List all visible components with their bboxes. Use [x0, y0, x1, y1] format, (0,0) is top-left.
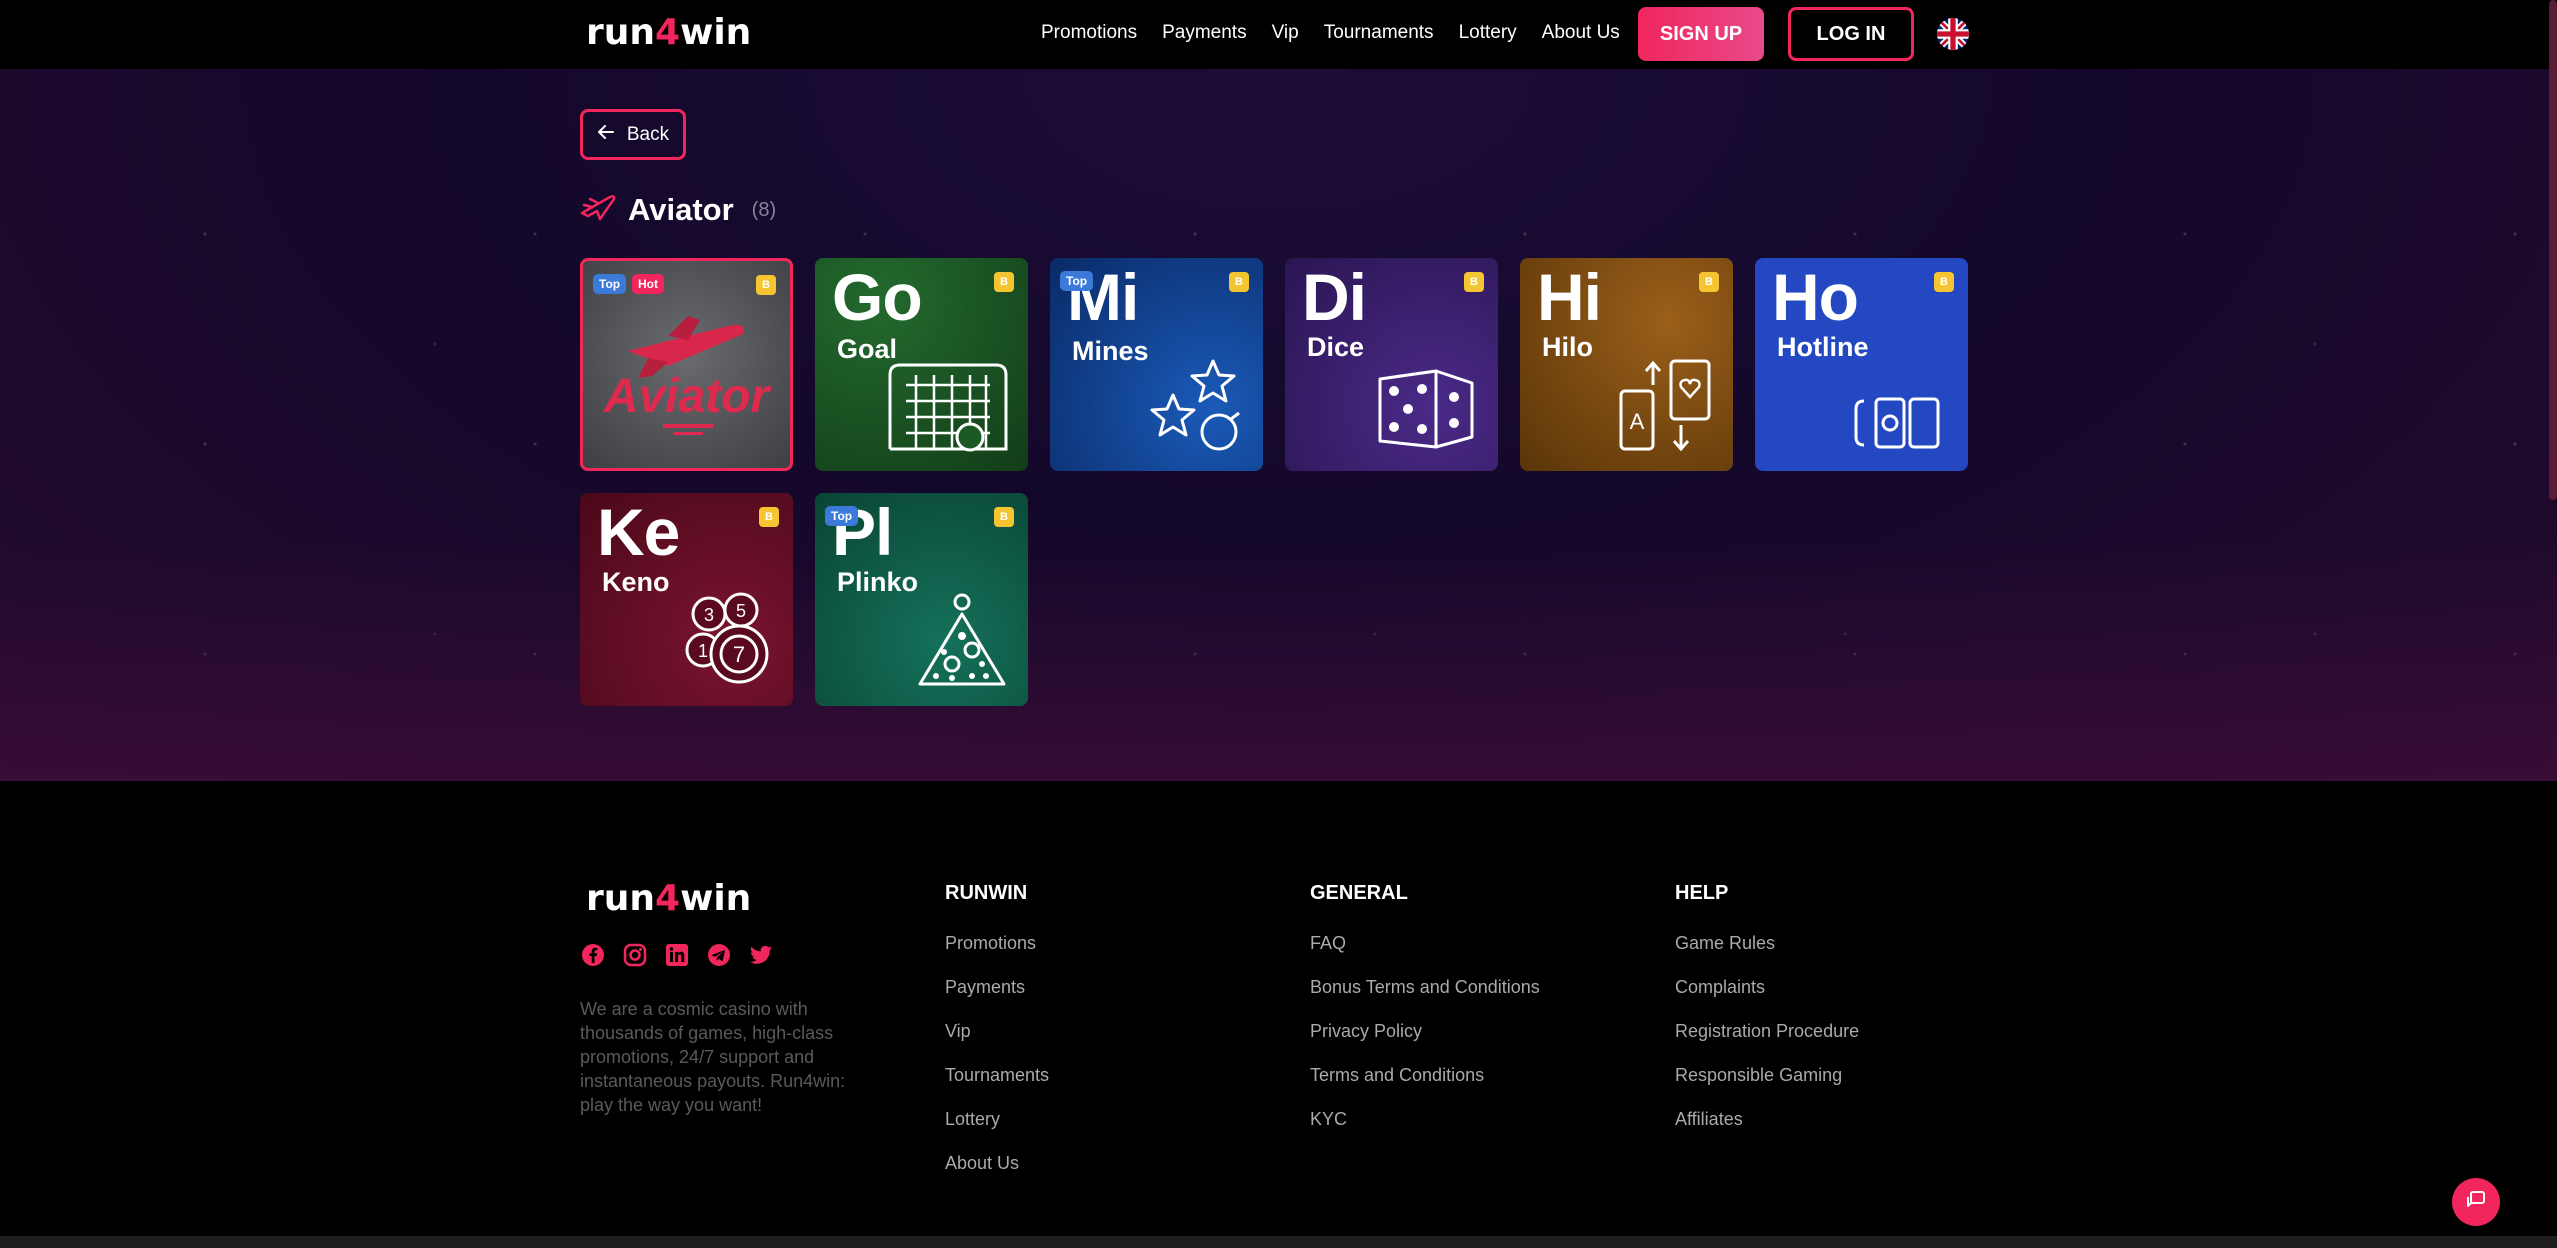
game-abbr: Di [1302, 260, 1367, 334]
login-button[interactable]: LOG IN [1788, 7, 1914, 61]
footer-link-vip[interactable]: Vip [945, 1021, 1049, 1065]
game-tile-goal[interactable]: Go Goal B [815, 258, 1028, 471]
game-tile-aviator[interactable]: Top Hot B Aviator [580, 258, 793, 471]
coin-icon: B [994, 272, 1014, 292]
section-heading: Aviator (8) [580, 192, 776, 228]
footer-logo[interactable]: run4win [586, 878, 751, 919]
aviator-art-text: Aviator [603, 370, 770, 423]
game-abbr: Go [832, 260, 923, 334]
footer: run4win We are a cosmic casino with thou… [0, 781, 2557, 1236]
chat-button[interactable] [2452, 1178, 2500, 1226]
nav-vip[interactable]: Vip [1272, 22, 1299, 44]
game-abbr: Hi [1537, 260, 1602, 334]
game-tile-dice[interactable]: Di Dice B [1285, 258, 1498, 471]
game-tile-keno[interactable]: Ke Keno B 3 5 1 7 [580, 493, 793, 706]
game-name: Hotline [1777, 332, 1869, 362]
scrollbar[interactable] [2549, 0, 2557, 500]
instagram-icon[interactable] [623, 943, 647, 967]
social-links [581, 943, 773, 967]
footer-bottom-bar [0, 1236, 2557, 1248]
nav-promotions[interactable]: Promotions [1041, 22, 1137, 44]
game-name: Dice [1307, 332, 1365, 362]
footer-column-title: HELP [1675, 882, 1729, 904]
facebook-icon[interactable] [581, 943, 605, 967]
coin-icon: B [756, 275, 776, 295]
svg-text:1: 1 [698, 641, 708, 661]
badge-top: Top [593, 274, 627, 294]
game-tile-hotline[interactable]: Ho Hotline B [1755, 258, 1968, 471]
footer-link-about-us[interactable]: About Us [945, 1153, 1049, 1197]
footer-link-game-rules[interactable]: Game Rules [1675, 933, 1859, 977]
stars-bomb-icon [1150, 359, 1240, 451]
game-name: Mines [1072, 336, 1149, 366]
footer-link-promotions[interactable]: Promotions [945, 933, 1049, 977]
footer-link-faq[interactable]: FAQ [1310, 933, 1540, 977]
footer-link-registration[interactable]: Registration Procedure [1675, 1021, 1859, 1065]
coin-icon: B [759, 507, 779, 527]
footer-column-title: GENERAL [1310, 882, 1408, 904]
game-name: Keno [602, 567, 670, 597]
language-flag-icon[interactable] [1937, 18, 1969, 50]
logo[interactable]: run4win [586, 12, 751, 53]
nav-lottery[interactable]: Lottery [1459, 22, 1517, 44]
game-category-section: Back Aviator (8) Top Hot B Aviator Go Go… [0, 69, 2557, 781]
back-label: Back [626, 123, 670, 145]
nav-about-us[interactable]: About Us [1542, 22, 1620, 44]
game-tile-plinko[interactable]: Pl Plinko Top B [815, 493, 1028, 706]
game-tile-mines[interactable]: Mi Mines Top B [1050, 258, 1263, 471]
badge-top: Top [825, 506, 859, 526]
footer-column-runwin: RUNWIN Promotions Payments Vip Tournamen… [945, 882, 1049, 1197]
coin-icon: B [1934, 272, 1954, 292]
badge-hot: Hot [632, 274, 664, 294]
footer-link-kyc[interactable]: KYC [1310, 1109, 1540, 1153]
footer-about-text: We are a cosmic casino with thousands of… [580, 999, 846, 1115]
footer-column-general: GENERAL FAQ Bonus Terms and Conditions P… [1310, 882, 1540, 1153]
back-button[interactable]: Back [580, 109, 686, 160]
coin-icon: B [994, 507, 1014, 527]
main-nav: Promotions Payments Vip Tournaments Lott… [1041, 22, 1645, 44]
plinko-pyramid-icon [918, 593, 1006, 686]
svg-text:3: 3 [704, 605, 714, 625]
plane-icon [580, 193, 616, 228]
nav-tournaments[interactable]: Tournaments [1324, 22, 1434, 44]
chat-icon [2465, 1189, 2487, 1216]
telegram-icon[interactable] [707, 943, 731, 967]
game-name: Plinko [837, 567, 919, 597]
footer-link-responsible-gaming[interactable]: Responsible Gaming [1675, 1065, 1859, 1109]
game-abbr: Ke [597, 495, 680, 569]
signup-button[interactable]: SIGN UP [1638, 7, 1764, 61]
footer-link-tournaments[interactable]: Tournaments [945, 1065, 1049, 1109]
footer-link-affiliates[interactable]: Affiliates [1675, 1109, 1859, 1153]
footer-link-complaints[interactable]: Complaints [1675, 977, 1859, 1021]
nav-payments[interactable]: Payments [1162, 22, 1246, 44]
footer-column-help: HELP Game Rules Complaints Registration … [1675, 882, 1859, 1153]
game-tile-hilo[interactable]: Hi Hilo B A [1520, 258, 1733, 471]
section-title: Aviator [628, 192, 734, 227]
coin-icon: B [1699, 272, 1719, 292]
keno-balls-icon: 3 5 1 7 [685, 592, 769, 684]
svg-text:A: A [1630, 409, 1645, 434]
dice-icon [1378, 369, 1474, 449]
coin-icon: B [1229, 272, 1249, 292]
footer-link-lottery[interactable]: Lottery [945, 1109, 1049, 1153]
game-name: Hilo [1542, 332, 1593, 362]
goal-net-icon [888, 363, 1008, 452]
svg-text:5: 5 [736, 601, 746, 621]
footer-link-payments[interactable]: Payments [945, 977, 1049, 1021]
hotline-icon [1854, 397, 1940, 449]
footer-link-terms[interactable]: Terms and Conditions [1310, 1065, 1540, 1109]
footer-link-privacy-policy[interactable]: Privacy Policy [1310, 1021, 1540, 1065]
game-abbr: Ho [1772, 260, 1859, 334]
arrow-left-icon [597, 123, 615, 147]
coin-icon: B [1464, 272, 1484, 292]
footer-column-title: RUNWIN [945, 882, 1028, 904]
twitter-icon[interactable] [749, 943, 773, 967]
footer-link-bonus-terms[interactable]: Bonus Terms and Conditions [1310, 977, 1540, 1021]
linkedin-icon[interactable] [665, 943, 689, 967]
svg-text:7: 7 [733, 642, 745, 667]
section-count: (8) [751, 198, 777, 221]
cards-icon: A [1619, 359, 1711, 452]
badge-top: Top [1060, 271, 1094, 291]
header: run4win Promotions Payments Vip Tourname… [0, 0, 2557, 69]
